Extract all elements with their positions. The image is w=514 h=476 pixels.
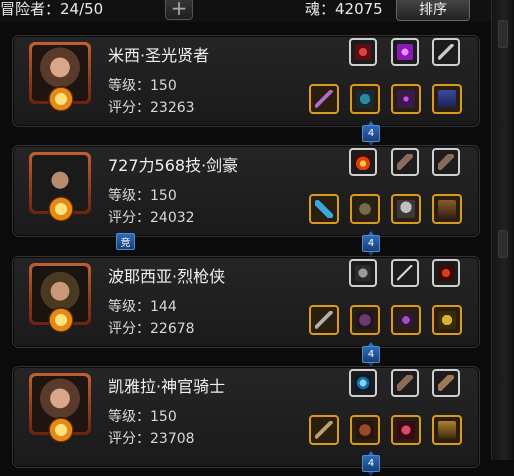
purple-orb-icon[interactable] [391,38,419,66]
character-score: 评分：24032 [108,210,195,226]
spear-icon[interactable] [391,259,419,287]
mace-icon[interactable] [309,415,339,445]
armor-icon[interactable] [350,305,380,335]
amulet-icon[interactable] [391,305,421,335]
sword-icon[interactable] [309,194,339,224]
character-name: 凯雅拉·神官骑士 [108,377,226,396]
character-portrait [29,373,91,443]
enhance-level-badge: 4 [362,342,380,367]
character-portrait [29,152,91,222]
top-bar: 冒险者：24/50 + 魂：42075 排序 [0,0,514,22]
staff-icon[interactable] [309,84,339,114]
feather-icon[interactable] [391,369,419,397]
boots-icon[interactable] [432,194,462,224]
character-level: 等级：150 [108,188,177,204]
character-name: 米西·圣光贤者 [108,46,210,65]
rank-emblem-icon [48,417,74,443]
enhance-level-badge: 4 [362,231,380,256]
character-portrait [29,263,91,333]
necklace-icon[interactable] [349,38,377,66]
rank-emblem-icon [48,307,74,333]
feather-icon[interactable] [432,148,460,176]
frame-notch [498,230,508,258]
character-level: 等级：144 [108,299,177,315]
lance-icon[interactable] [309,305,339,335]
robe-icon[interactable] [432,84,462,114]
arena-badge: 竞 [116,233,135,250]
add-adventurer-button[interactable]: + [165,0,193,20]
trident-icon[interactable] [432,259,460,287]
enhance-level-badge: 4 [362,451,380,476]
character-portrait [29,42,91,112]
character-name: 波耶西亚·烈枪侠 [108,267,226,286]
armor-icon[interactable] [350,84,380,114]
soul-count: 魂：42075 [305,0,383,18]
character-score: 评分：23263 [108,100,195,116]
character-level: 等级：150 [108,409,177,425]
character-card[interactable]: 波耶西亚·烈枪侠 等级：144 评分：22678 [12,256,480,348]
adventurer-count: 冒险者：24/50 [0,0,104,18]
blue-orb-icon[interactable] [349,369,377,397]
glove-icon[interactable] [349,259,377,287]
rank-emblem-icon [48,86,74,112]
character-level: 等级：150 [108,78,177,94]
helmet-icon[interactable] [391,194,421,224]
character-name: 727力568技·剑豪 [108,156,239,175]
frame-scrollbar[interactable] [491,0,514,460]
armor-icon[interactable] [350,415,380,445]
flame-icon[interactable] [349,148,377,176]
boots-icon[interactable] [432,415,462,445]
character-card[interactable]: 凯雅拉·神官骑士 等级：150 评分：23708 [12,366,480,468]
wand-icon[interactable] [391,84,421,114]
frame-notch [498,20,508,48]
character-card[interactable]: 米西·圣光贤者 等级：150 评分：23263 [12,35,480,127]
character-score: 评分：23708 [108,431,195,447]
dagger-icon[interactable] [432,38,460,66]
rank-emblem-icon [48,196,74,222]
ring-icon[interactable] [432,305,462,335]
feather-icon[interactable] [391,148,419,176]
sort-button[interactable]: 排序 [396,0,470,21]
armor-icon[interactable] [350,194,380,224]
potion-icon[interactable] [391,415,421,445]
character-score: 评分：22678 [108,321,195,337]
horn-icon[interactable] [432,369,460,397]
enhance-level-badge: 4 [362,121,380,146]
character-card[interactable]: 727力568技·剑豪 等级：150 评分：24032 [12,145,480,237]
